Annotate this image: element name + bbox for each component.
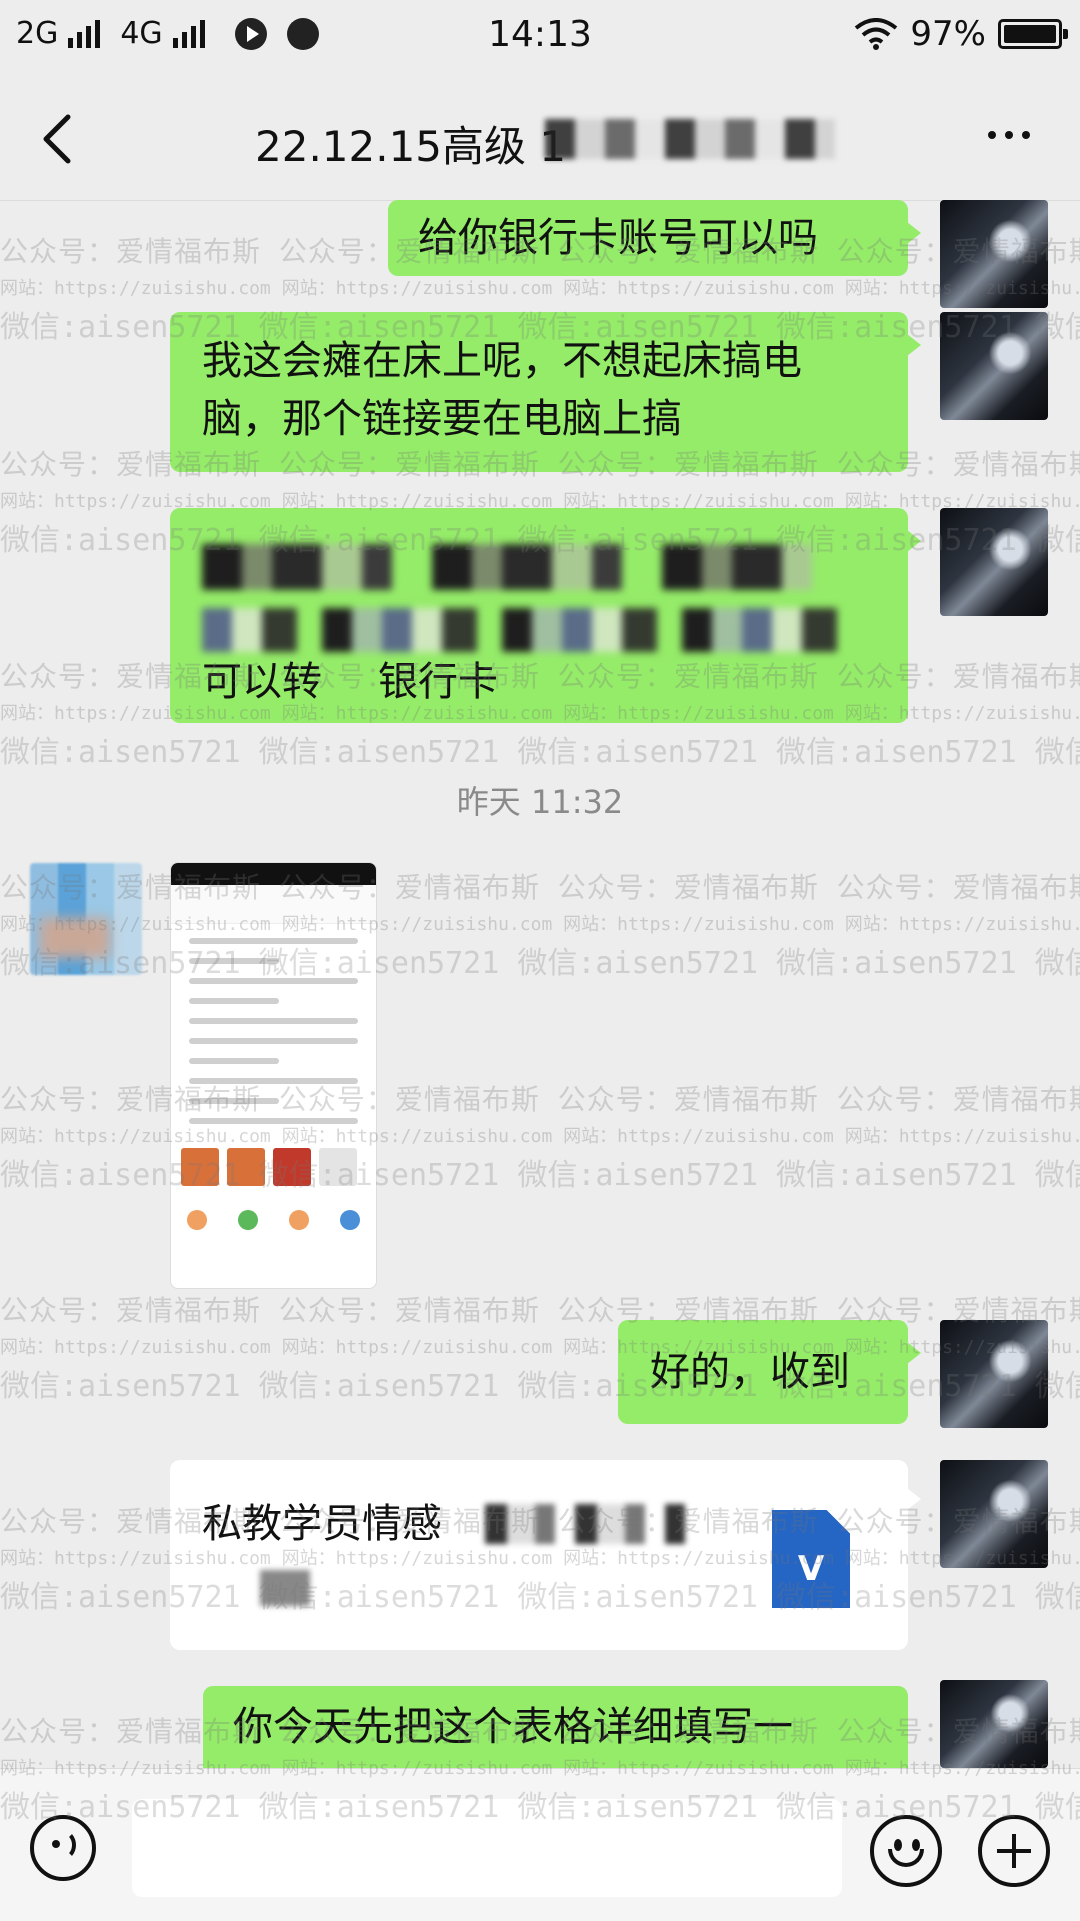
message-text-line-1: 我这会瘫在床上呢，不想起床搞电: [202, 338, 802, 384]
watermark-text: 微信:aisen5721 微信:aisen5721 微信:aisen5721 微…: [0, 946, 1080, 981]
redacted-text: [202, 608, 852, 652]
image-text-line: [189, 1118, 358, 1124]
message-text-line-2: 脑，那个链接要在电脑上搞: [202, 396, 682, 442]
chat-header: 22.12.15高级 1: [0, 75, 1080, 201]
message-text: 给你银行卡账号可以吗: [418, 215, 818, 261]
more-icon[interactable]: [988, 131, 1030, 139]
avatar[interactable]: [30, 863, 142, 975]
image-text-line: [189, 1058, 279, 1064]
watermark-group: 公众号：爱情福布斯 公众号：爱情福布斯 公众号：爱情福布斯 公众号：爱情福布斯 …: [0, 866, 1080, 982]
redacted-title-area: [545, 119, 835, 159]
image-text-line: [189, 978, 358, 984]
message-text: 好的，收到: [650, 1349, 850, 1395]
watermark-text: 微信:aisen5721 微信:aisen5721 微信:aisen5721 微…: [0, 735, 1080, 770]
chat-title: 22.12.15高级 1: [255, 122, 567, 171]
watermark-text: 公众号：爱情福布斯 公众号：爱情福布斯 公众号：爱情福布斯 公众号：爱情福布斯 …: [0, 871, 1080, 904]
image-card-row: [181, 1148, 366, 1186]
avatar[interactable]: [940, 1460, 1048, 1568]
image-text-line: [189, 938, 358, 944]
status-bar: 2G 4G 14:13 97%: [0, 0, 1080, 75]
message-bubble-outgoing[interactable]: 可以转 银行卡: [170, 508, 921, 723]
avatar[interactable]: [940, 1320, 1048, 1428]
message-bubble-outgoing[interactable]: 我这会瘫在床上呢，不想起床搞电 脑，那个链接要在电脑上搞: [170, 312, 921, 472]
file-title: 私教学员情感: [202, 1501, 442, 1547]
redacted-file-name: [260, 1570, 310, 1606]
file-message-card[interactable]: 私教学员情感 V: [170, 1460, 921, 1650]
message-input[interactable]: [132, 1799, 842, 1897]
message-text: 可以转 银行卡: [202, 659, 498, 705]
message-timestamp: 昨天 11:32: [456, 783, 624, 821]
image-text-line: [189, 958, 279, 964]
watermark-text: 微信:aisen5721 微信:aisen5721 微信:aisen5721 微…: [0, 1369, 1080, 1404]
watermark-text: 公众号：爱情福布斯 公众号：爱情福布斯 公众号：爱情福布斯 公众号：爱情福布斯 …: [0, 1083, 1080, 1116]
redacted-file-name: [485, 1504, 685, 1544]
status-right: 97%: [854, 14, 1068, 54]
watermark-text: 公众号：爱情福布斯 公众号：爱情福布斯 公众号：爱情福布斯 公众号：爱情福布斯 …: [0, 1294, 1080, 1327]
watermark-text: 网站：https://zuisishu.com 网站：https://zuisi…: [0, 1126, 1080, 1147]
wifi-icon: [855, 18, 898, 50]
plus-icon[interactable]: [978, 1815, 1050, 1887]
image-header: [171, 885, 376, 924]
watermark-group: 公众号：爱情福布斯 公众号：爱情福布斯 公众号：爱情福布斯 公众号：爱情福布斯 …: [0, 1078, 1080, 1194]
back-icon[interactable]: [30, 109, 90, 169]
image-text-line: [189, 998, 279, 1004]
battery-icon: [998, 19, 1068, 49]
voice-input-icon[interactable]: [30, 1815, 96, 1881]
image-message[interactable]: [170, 862, 377, 1289]
avatar[interactable]: [940, 508, 1048, 616]
watermark-text: 网站：https://zuisishu.com 网站：https://zuisi…: [0, 278, 1080, 299]
avatar[interactable]: [940, 312, 1048, 420]
word-file-icon: V: [772, 1510, 850, 1608]
image-text-line: [189, 1078, 358, 1084]
image-text-line: [189, 1038, 358, 1044]
image-status-bar: [171, 863, 376, 885]
watermark-text: 微信:aisen5721 微信:aisen5721 微信:aisen5721 微…: [0, 1158, 1080, 1193]
battery-percent: 97%: [910, 14, 986, 54]
chat-input-bar: [0, 1768, 1080, 1921]
message-bubble-outgoing[interactable]: 好的，收到: [618, 1320, 921, 1424]
message-text: 你今天先把这个表格详细填写一: [233, 1704, 793, 1750]
redacted-text: [202, 544, 812, 590]
avatar[interactable]: [940, 1680, 1048, 1768]
image-icon-row: [171, 1210, 376, 1230]
avatar[interactable]: [940, 200, 1048, 308]
message-bubble-outgoing[interactable]: 你今天先把这个表格详细填写一: [203, 1686, 908, 1768]
message-bubble-outgoing[interactable]: 给你银行卡账号可以吗: [388, 200, 921, 276]
image-text-line: [189, 1098, 279, 1104]
image-text-line: [189, 1018, 358, 1024]
emoji-icon[interactable]: [870, 1815, 942, 1887]
watermark-text: 网站：https://zuisishu.com 网站：https://zuisi…: [0, 914, 1080, 935]
